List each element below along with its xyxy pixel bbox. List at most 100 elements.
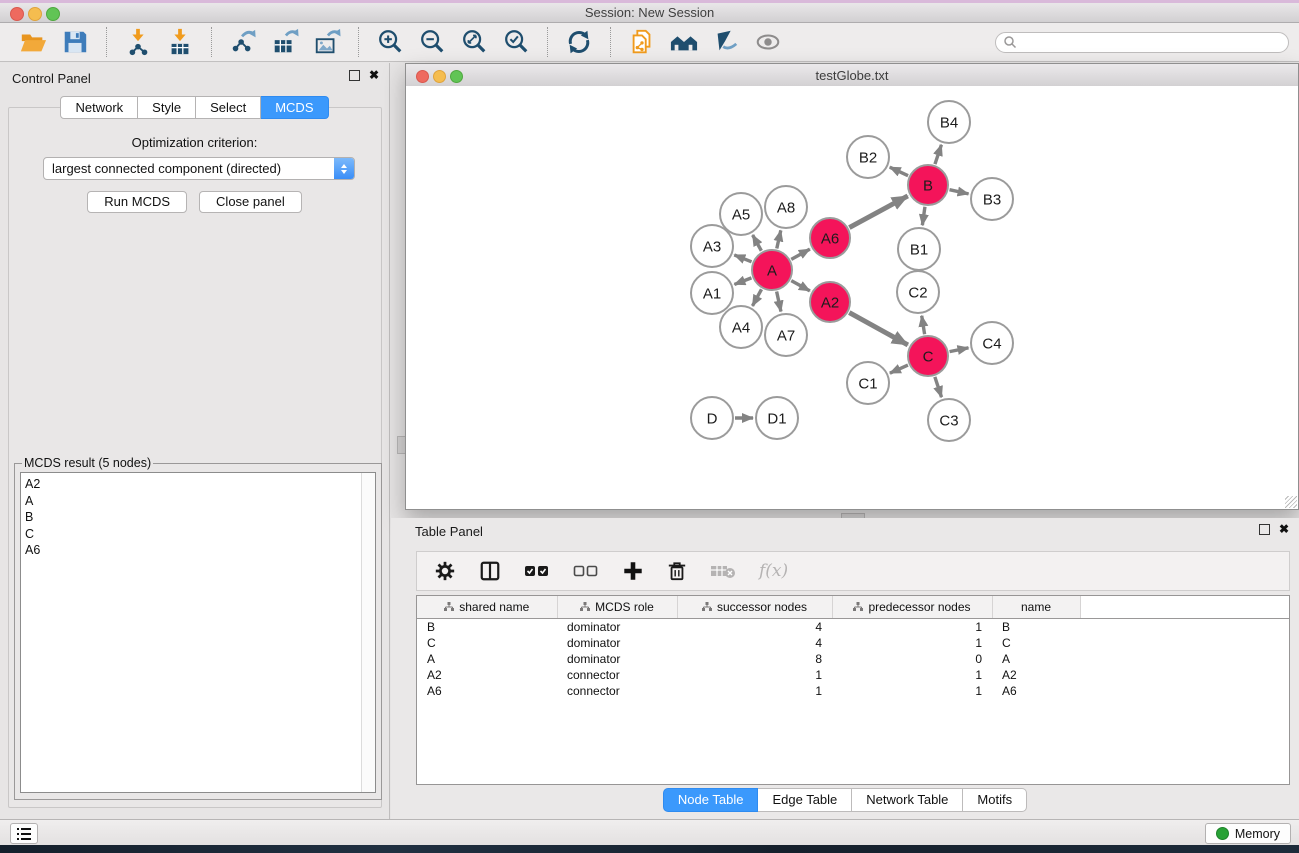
table-row[interactable]: Bdominator41B xyxy=(417,619,1289,636)
tab-mcds[interactable]: MCDS xyxy=(261,96,328,119)
scrollbar[interactable] xyxy=(361,473,375,792)
run-mcds-button[interactable]: Run MCDS xyxy=(87,191,187,213)
table-cell[interactable]: dominator xyxy=(557,619,677,636)
zoom-in-icon[interactable] xyxy=(375,27,405,57)
zoom-out-icon[interactable] xyxy=(417,27,447,57)
graph-edge[interactable] xyxy=(950,348,969,352)
save-session-icon[interactable] xyxy=(60,27,90,57)
select-all-icon[interactable] xyxy=(524,563,550,579)
apply-layout-icon[interactable] xyxy=(564,27,594,57)
close-panel-icon[interactable]: ✖ xyxy=(369,70,379,81)
table-cell[interactable]: dominator xyxy=(557,651,677,667)
settings-gear-icon[interactable] xyxy=(434,560,456,582)
graph-edge[interactable] xyxy=(753,235,762,251)
table-cell[interactable]: B xyxy=(417,619,557,636)
graph-edge[interactable] xyxy=(791,249,810,259)
graph-edge[interactable] xyxy=(935,145,941,164)
float-panel-icon[interactable] xyxy=(349,70,360,81)
add-column-icon[interactable] xyxy=(622,560,644,582)
list-item[interactable]: A6 xyxy=(25,542,375,559)
column-header[interactable]: shared name xyxy=(417,596,557,619)
export-table-icon[interactable] xyxy=(270,27,300,57)
tab-select[interactable]: Select xyxy=(196,96,261,119)
table-cell[interactable]: 1 xyxy=(832,635,992,651)
table-cell[interactable]: A6 xyxy=(417,683,557,699)
import-table-icon[interactable] xyxy=(165,27,195,57)
node-table[interactable]: shared nameMCDS rolesuccessor nodesprede… xyxy=(416,595,1290,785)
function-builder-icon[interactable]: f(x) xyxy=(759,561,788,581)
resize-grip[interactable] xyxy=(1285,496,1297,508)
graph-edge[interactable] xyxy=(734,278,751,285)
table-cell[interactable]: 8 xyxy=(677,651,832,667)
show-all-networks-icon[interactable] xyxy=(669,27,699,57)
table-cell[interactable]: 1 xyxy=(832,619,992,636)
delete-column-icon[interactable] xyxy=(667,560,687,582)
graph-edge[interactable] xyxy=(791,281,810,291)
graph-edge[interactable] xyxy=(922,316,925,335)
graph-edge[interactable] xyxy=(890,167,908,176)
tab-style[interactable]: Style xyxy=(138,96,196,119)
float-panel-icon[interactable] xyxy=(1259,524,1270,535)
table-cell[interactable]: A xyxy=(992,651,1080,667)
search-input[interactable] xyxy=(995,32,1289,53)
export-network-icon[interactable] xyxy=(228,27,258,57)
tab-edge-table[interactable]: Edge Table xyxy=(758,788,852,812)
table-cell[interactable]: 4 xyxy=(677,619,832,636)
list-item[interactable]: C xyxy=(25,526,375,543)
deselect-all-icon[interactable] xyxy=(573,563,599,579)
network-canvas[interactable]: B4B2BB3A8A5A6A3B1AC2A1A2A4A7C4CC1C3DD1 xyxy=(406,86,1298,509)
table-cell[interactable]: A6 xyxy=(992,683,1080,699)
column-header[interactable]: name xyxy=(992,596,1080,619)
graph-edge[interactable] xyxy=(777,230,781,248)
table-cell[interactable]: A xyxy=(417,651,557,667)
graphics-details-icon[interactable] xyxy=(711,27,741,57)
graph-edge[interactable] xyxy=(935,377,942,397)
app-titlebar[interactable]: Session: New Session xyxy=(0,3,1299,23)
zoom-fit-icon[interactable] xyxy=(459,27,489,57)
memory-button[interactable]: Memory xyxy=(1205,823,1291,844)
graph-edge[interactable] xyxy=(922,207,925,225)
graph-edge[interactable] xyxy=(752,289,761,306)
graph-edge[interactable] xyxy=(849,196,907,228)
table-row[interactable]: Adominator80A xyxy=(417,651,1289,667)
graph-edge[interactable] xyxy=(777,292,781,312)
column-header[interactable]: predecessor nodes xyxy=(832,596,992,619)
open-session-icon[interactable] xyxy=(18,27,48,57)
table-cell[interactable]: dominator xyxy=(557,635,677,651)
table-cell[interactable]: connector xyxy=(557,667,677,683)
table-cell[interactable]: A2 xyxy=(417,667,557,683)
tab-node-table[interactable]: Node Table xyxy=(663,788,759,812)
table-cell[interactable]: 1 xyxy=(832,683,992,699)
table-cell[interactable]: 4 xyxy=(677,635,832,651)
network-canvas-svg[interactable]: B4B2BB3A8A5A6A3B1AC2A1A2A4A7C4CC1C3DD1 xyxy=(406,86,1298,509)
tab-network[interactable]: Network xyxy=(60,96,138,119)
table-row[interactable]: A6connector11A6 xyxy=(417,683,1289,699)
list-item[interactable]: B xyxy=(25,509,375,526)
table-cell[interactable]: C xyxy=(992,635,1080,651)
table-cell[interactable]: connector xyxy=(557,683,677,699)
graph-edge[interactable] xyxy=(734,255,751,262)
close-panel-icon[interactable]: ✖ xyxy=(1279,524,1289,535)
tab-motifs[interactable]: Motifs xyxy=(963,788,1027,812)
column-header[interactable]: successor nodes xyxy=(677,596,832,619)
table-row[interactable]: A2connector11A2 xyxy=(417,667,1289,683)
import-network-icon[interactable] xyxy=(123,27,153,57)
graph-edge[interactable] xyxy=(890,365,908,373)
list-item[interactable]: A2 xyxy=(25,476,375,493)
table-header-row[interactable]: shared nameMCDS rolesuccessor nodesprede… xyxy=(417,596,1289,619)
table-cell[interactable]: 1 xyxy=(832,667,992,683)
table-cell[interactable]: A2 xyxy=(992,667,1080,683)
table-cell[interactable]: C xyxy=(417,635,557,651)
table-cell[interactable]: 1 xyxy=(677,667,832,683)
delete-table-icon[interactable] xyxy=(710,562,736,580)
mcds-result-list[interactable]: A2ABCA6 xyxy=(20,472,376,793)
graph-edge[interactable] xyxy=(949,190,968,194)
list-item[interactable]: A xyxy=(25,493,375,510)
table-row[interactable]: Cdominator41C xyxy=(417,635,1289,651)
zoom-selected-icon[interactable] xyxy=(501,27,531,57)
graph-edge[interactable] xyxy=(849,313,908,345)
network-view-window[interactable]: testGlobe.txt B4B2BB3A8A5A6A3B1AC2A1A2A4… xyxy=(405,63,1299,510)
task-history-button[interactable] xyxy=(10,823,38,844)
export-image-icon[interactable] xyxy=(312,27,342,57)
table-cell[interactable]: B xyxy=(992,619,1080,636)
